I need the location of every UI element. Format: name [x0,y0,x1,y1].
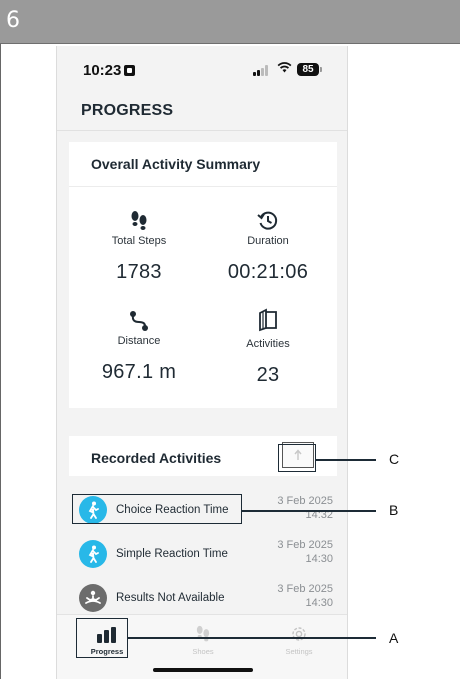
meditation-person-icon [79,584,107,612]
activity-name: Simple Reaction Time [116,548,228,560]
tab-settings[interactable]: Settings [259,623,339,656]
callout-b-line [242,510,376,512]
callout-c-line [316,459,376,461]
metric-total-steps: Total Steps 1783 [79,208,199,284]
summary-divider [69,186,337,187]
callout-label-b: B [389,502,399,518]
clock-history-icon [208,208,328,232]
status-bar: 10:23 85 [57,46,347,90]
activity-row-simple-reaction-time[interactable]: Simple Reaction Time 3 Feb 2025 14:30 [69,536,337,574]
metric-activities: Activities 23 [208,308,328,387]
overall-activity-summary-card: Overall Activity Summary Total Steps 178… [69,142,337,408]
figure-header: 6 [0,0,460,44]
route-icon [79,308,199,332]
metric-label: Distance [117,335,161,347]
cellular-signal-icon [253,64,271,76]
activity-datetime: 3 Feb 2025 14:32 [277,495,333,521]
screen-lock-icon [124,65,136,76]
summary-title: Overall Activity Summary [91,156,261,172]
callout-label-c: C [389,451,400,467]
callout-c-box [278,444,316,472]
metric-label: Total Steps [111,235,167,247]
home-indicator [153,668,253,672]
callout-b-box [72,494,242,524]
metric-value: 00:21:06 [227,261,309,283]
metric-value: 1783 [116,261,162,283]
layers-icon [208,308,328,332]
metric-label: Duration [247,235,289,247]
recorded-activities-title: Recorded Activities [91,450,222,466]
figure-number: 6 [6,8,20,33]
title-divider [57,130,347,131]
gear-icon [259,623,339,643]
battery-indicator: 85 [297,63,322,76]
metric-value: 967.1 m [101,361,177,383]
metric-distance: Distance 967.1 m [79,308,199,384]
page-border [0,44,1,679]
callout-label-a: A [389,630,399,646]
activity-name: Results Not Available [116,592,225,604]
metric-label: Activities [246,338,290,350]
activity-datetime: 3 Feb 2025 14:30 [277,583,333,609]
footsteps-icon [163,623,243,643]
status-time: 10:23 [83,62,136,79]
footsteps-icon [79,208,199,232]
tab-shoes[interactable]: Shoes [163,623,243,656]
activity-datetime: 3 Feb 2025 14:30 [277,539,333,565]
tab-label: Settings [285,647,313,656]
activity-row-results-not-available[interactable]: Results Not Available 3 Feb 2025 14:30 [69,580,337,618]
walking-person-icon [79,540,107,568]
wifi-icon [277,60,292,77]
metric-value: 23 [256,364,280,386]
tab-label: Shoes [192,647,214,656]
page-title: PROGRESS [81,102,174,119]
phone-screen: 10:23 85 PROGRESS Overall Activity Summa… [56,46,348,679]
metric-duration: Duration 00:21:06 [208,208,328,284]
callout-a-box [76,618,128,658]
callout-a-line [128,637,376,639]
